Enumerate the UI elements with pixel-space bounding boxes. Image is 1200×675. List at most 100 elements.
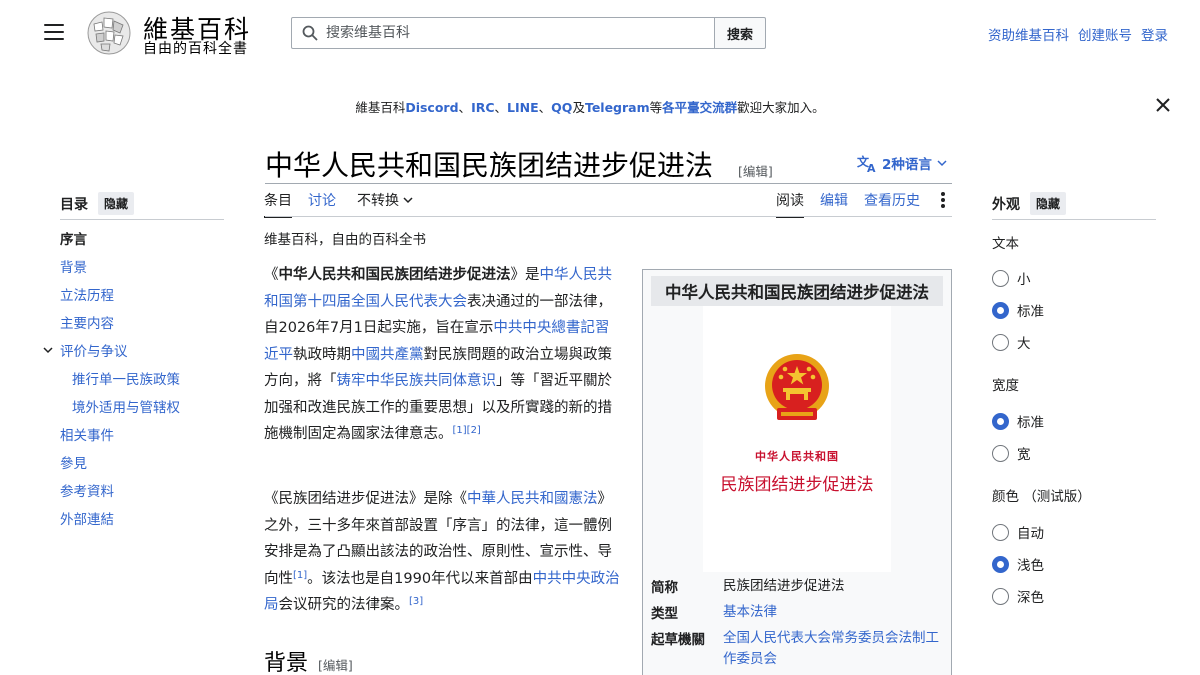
intro-paragraph: 《中华人民共和国民族团结进步促进法》是中华人民共和国第十四届全国人民代表大会表决… xyxy=(264,262,620,448)
tab-edit[interactable]: 编辑 xyxy=(820,190,848,210)
radio-label: 自动 xyxy=(1017,526,1044,542)
notice-text: 歡迎大家加入。 xyxy=(737,100,825,115)
search-icon xyxy=(302,25,318,41)
search-box[interactable] xyxy=(291,17,715,49)
language-button[interactable]: 文A 2种语言 xyxy=(857,153,947,173)
site-notice: 維基百科Discord、IRC、LINE、QQ及Telegram等各平臺交流群歡… xyxy=(0,97,1180,116)
section-edit-link[interactable]: [编辑] xyxy=(318,655,353,674)
toc-item-external-links[interactable]: 外部連結 xyxy=(60,512,240,540)
color-auto-option[interactable]: 自动 xyxy=(992,522,1044,542)
paragraph-text: 《 xyxy=(264,267,279,283)
color-dark-option[interactable]: 深色 xyxy=(992,586,1044,606)
section-title: 背景 xyxy=(264,651,309,675)
radio-button-selected[interactable] xyxy=(992,555,1009,573)
toc-item-jurisdiction[interactable]: 境外适用与管辖权 xyxy=(60,400,240,428)
infobox-label: 起草機關 xyxy=(651,632,705,648)
paragraph-text: 執政時期 xyxy=(293,346,351,363)
radio-label: 深色 xyxy=(1017,590,1044,606)
notice-link-line[interactable]: LINE xyxy=(507,100,539,115)
tab-read[interactable]: 阅读 xyxy=(776,190,804,218)
toc-item-preface[interactable]: 序言 xyxy=(60,232,240,260)
translate-icon: 文A xyxy=(857,154,876,172)
search-button[interactable]: 搜索 xyxy=(714,17,766,49)
paragraph-text: 《民族团结进步促进法》是除《 xyxy=(264,491,467,507)
reference-link[interactable]: [1] xyxy=(453,425,467,436)
notice-link-discord[interactable]: Discord xyxy=(405,100,458,115)
paragraph-text: 》是 xyxy=(510,267,540,283)
main-menu-button[interactable] xyxy=(44,24,64,42)
text-size-standard-option[interactable]: 标准 xyxy=(992,300,1044,320)
toc-item-single-ethnicity[interactable]: 推行单一民族政策 xyxy=(60,372,240,400)
chevron-down-icon xyxy=(403,197,413,204)
infobox-label: 简称 xyxy=(651,580,678,596)
reference-link[interactable]: [2] xyxy=(467,425,481,436)
link-community[interactable]: 铸牢中华民族共同体意识 xyxy=(337,373,497,389)
tab-talk[interactable]: 讨论 xyxy=(308,190,336,210)
notice-text: 等 xyxy=(649,100,663,115)
national-emblem-icon xyxy=(765,354,829,420)
toc-item-evaluation[interactable]: 评价与争议 xyxy=(60,344,240,372)
svg-text:A: A xyxy=(867,162,876,172)
toc-item-legislation[interactable]: 立法历程 xyxy=(60,288,240,316)
notice-link-groups[interactable]: 各平臺交流群 xyxy=(662,100,737,115)
toc-item-background[interactable]: 背景 xyxy=(60,260,240,288)
notice-link-irc[interactable]: IRC xyxy=(471,100,494,115)
radio-button[interactable] xyxy=(992,444,1009,462)
tab-history[interactable]: 查看历史 xyxy=(864,190,920,210)
chevron-down-icon xyxy=(937,160,947,167)
appearance-title: 外观 xyxy=(992,196,1020,213)
search-input[interactable] xyxy=(326,25,696,41)
more-options-icon[interactable] xyxy=(937,190,949,210)
tab-article[interactable]: 条目 xyxy=(264,190,292,218)
radio-label: 宽 xyxy=(1017,447,1031,463)
text-size-small-option[interactable]: 小 xyxy=(992,268,1031,288)
infobox-value: 民族团结进步促进法 xyxy=(723,578,845,594)
section-heading-background: 背景 [编辑] xyxy=(264,645,353,675)
text-size-label: 文本 xyxy=(992,236,1019,252)
text-size-large-option[interactable]: 大 xyxy=(992,332,1031,352)
link-general-secretary[interactable]: 中共中央總書記 xyxy=(493,320,595,336)
radio-button[interactable] xyxy=(992,587,1009,605)
radio-label: 标准 xyxy=(1017,304,1044,320)
reference-link[interactable]: [3] xyxy=(409,596,423,607)
toc-item-references[interactable]: 参考資料 xyxy=(60,484,240,512)
notice-separator: 、 xyxy=(538,100,552,115)
notice-link-qq[interactable]: QQ xyxy=(551,100,572,115)
toc-item-see-also[interactable]: 參見 xyxy=(60,456,240,484)
radio-button-selected[interactable] xyxy=(992,301,1009,319)
toc-item-content[interactable]: 主要内容 xyxy=(60,316,240,344)
law-cover-image[interactable]: 中华人民共和国 民族团结进步促进法 xyxy=(703,306,891,572)
wikipedia-globe-logo[interactable] xyxy=(84,10,134,56)
radio-button[interactable] xyxy=(992,269,1009,287)
cover-title: 民族团结进步促进法 xyxy=(720,475,874,495)
chevron-down-icon[interactable] xyxy=(42,344,54,356)
notice-link-telegram[interactable]: Telegram xyxy=(585,100,650,115)
infobox-value-link[interactable]: 基本法律 xyxy=(723,602,943,623)
page-title: 中华人民共和国民族团结进步促进法 xyxy=(265,149,714,182)
appearance-hide-button[interactable]: 隐藏 xyxy=(1030,192,1067,215)
width-wide-option[interactable]: 宽 xyxy=(992,443,1031,463)
reference-link[interactable]: [1] xyxy=(293,570,307,581)
close-icon[interactable] xyxy=(1154,96,1172,114)
toc-item-related-events[interactable]: 相关事件 xyxy=(60,428,240,456)
toc-hide-button[interactable]: 隐藏 xyxy=(98,192,135,215)
paragraph-text: 。该法也是自1990年代以来首部由 xyxy=(307,570,533,587)
login-link[interactable]: 登录 xyxy=(1141,24,1168,44)
donate-link[interactable]: 资助维基百科 xyxy=(988,24,1069,44)
radio-label: 小 xyxy=(1017,272,1031,288)
link-constitution[interactable]: 中華人民共和國憲法 xyxy=(467,491,598,507)
variant-label: 不转换 xyxy=(357,193,399,209)
radio-label: 大 xyxy=(1017,336,1031,352)
radio-button[interactable] xyxy=(992,523,1009,541)
radio-button[interactable] xyxy=(992,333,1009,351)
infobox-value-link[interactable]: 全国人民代表大会常务委员会法制工作委员会 xyxy=(723,628,943,670)
color-light-option[interactable]: 浅色 xyxy=(992,554,1044,574)
link-ccp[interactable]: 中國共產黨 xyxy=(351,347,424,363)
create-account-link[interactable]: 创建账号 xyxy=(1078,24,1132,44)
notice-separator: 、 xyxy=(458,100,472,115)
toc-title: 目录 xyxy=(60,196,88,213)
tab-variant[interactable]: 不转换 xyxy=(357,190,413,210)
width-standard-option[interactable]: 标准 xyxy=(992,411,1044,431)
title-edit-link[interactable]: [编辑] xyxy=(738,161,773,180)
radio-button-selected[interactable] xyxy=(992,412,1009,430)
